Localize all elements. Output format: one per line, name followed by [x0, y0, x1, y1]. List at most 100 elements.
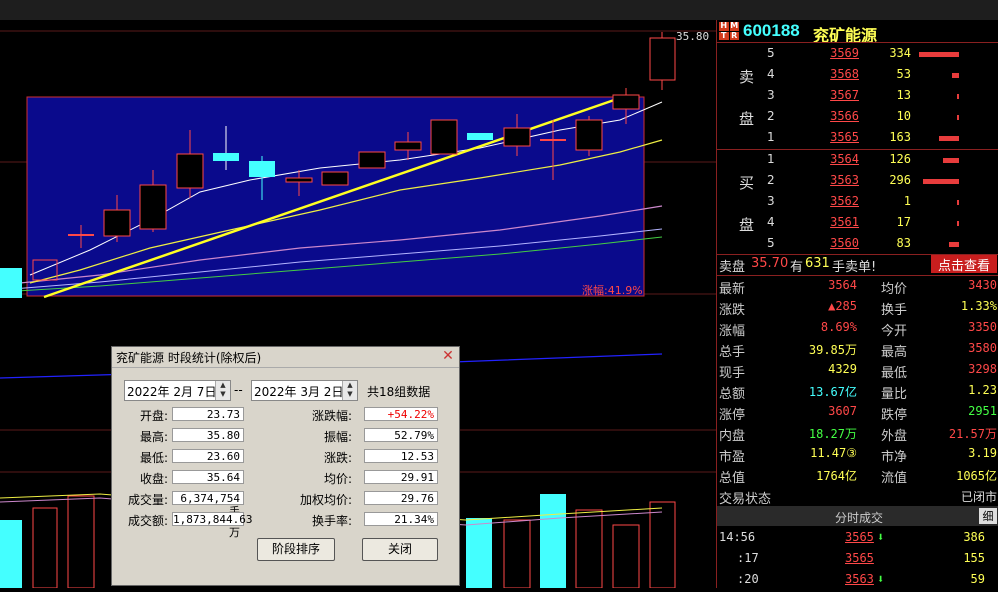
stat-label: 最高	[881, 345, 908, 360]
date-to-spinner[interactable]: ▲ ▼	[342, 381, 357, 400]
field-label: 涨跌幅:	[311, 409, 352, 423]
volume-bar	[575, 509, 603, 589]
data-count: 共18组数据	[367, 385, 431, 399]
stat-label: 最低	[881, 366, 908, 381]
stock-code: 600188	[743, 21, 800, 40]
orderbook-row[interactable]: 5 3560 83	[717, 234, 998, 255]
volume-bar	[32, 507, 58, 589]
level-label: 5	[767, 46, 775, 60]
field-label: 最高:	[139, 430, 168, 444]
stat-value: 3607	[828, 404, 857, 418]
field-label: 涨跌:	[323, 451, 352, 465]
trade-row: :17 3565 155	[717, 548, 998, 568]
stat-row: 总手 39.85万 最高 3580	[717, 339, 998, 360]
stat-value: 3.19	[968, 446, 997, 460]
sort-button[interactable]: 阶段排序	[257, 538, 335, 561]
date-from-input[interactable]: 2022年 2月 7日 ▲ ▼	[124, 380, 231, 401]
field-value: 35.64	[172, 470, 244, 484]
field-value: 35.80	[172, 428, 244, 442]
orderbook-row[interactable]: 4 3568 53	[717, 65, 998, 86]
stat-value: 1.33%	[960, 299, 997, 313]
note-price: 35.70	[751, 256, 789, 271]
stat-label: 今开	[881, 324, 908, 339]
stat-label: 均价	[881, 282, 908, 297]
candle	[139, 184, 167, 230]
stat-value: 8.69%	[820, 320, 857, 334]
hmtr-t: T	[719, 31, 729, 40]
field-value: 23.60	[172, 449, 244, 463]
field-value: 52.79%	[364, 428, 438, 442]
orderbook-row[interactable]: 3 3567 13	[717, 86, 998, 107]
stat-value: 11.47③	[810, 446, 857, 460]
candle	[503, 127, 531, 147]
stat-label: 交易状态	[719, 492, 772, 507]
stat-label: 总额	[719, 387, 746, 402]
volume-value: 83	[896, 236, 911, 250]
candle	[0, 268, 22, 298]
close-icon[interactable]: ✕	[441, 349, 455, 363]
orderbook-row[interactable]: 1 3565 163	[717, 128, 998, 149]
orderbook-row[interactable]: 2 3563 296	[717, 171, 998, 192]
date-from-spinner[interactable]: ▲ ▼	[215, 381, 230, 400]
volume-bar	[0, 520, 22, 588]
stat-label: 换手	[881, 303, 908, 318]
stat-label: 涨幅	[719, 324, 746, 339]
price-value: 3565	[830, 130, 859, 144]
level-label: 1	[767, 130, 775, 144]
candle	[540, 139, 566, 141]
period-stats-dialog: 兖矿能源 时段统计(除权后) ✕ 2022年 2月 7日 ▲ ▼ -- 2022年…	[111, 346, 460, 586]
field-value: 12.53	[364, 449, 438, 463]
hmtr-badge[interactable]: H M T R	[719, 22, 739, 40]
field-label: 成交额:	[127, 514, 168, 528]
volume-bar	[919, 52, 959, 57]
volume-value: 17	[896, 215, 911, 229]
field-value: 1,873,844.63万	[172, 512, 253, 539]
level-label: 4	[767, 67, 775, 81]
date-to-input[interactable]: 2022年 3月 2日 ▲ ▼	[251, 380, 358, 401]
stat-label: 外盘	[881, 429, 908, 444]
volume-value: 296	[889, 173, 911, 187]
note-mid: 有	[790, 260, 804, 275]
date-separator: --	[234, 383, 243, 397]
level-label: 1	[767, 152, 775, 166]
price-label: 35.80	[676, 30, 710, 43]
stat-row: 市盈 11.47③ 市净 3.19	[717, 444, 998, 465]
trade-volume: 59	[970, 572, 985, 586]
level-label: 5	[767, 236, 775, 250]
price-value: 3563	[830, 173, 859, 187]
field-label: 振幅:	[323, 430, 352, 444]
stat-row: 涨停 3607 跌停 2951	[717, 402, 998, 423]
orderbook-row[interactable]: 4 3561 17	[717, 213, 998, 234]
orderbook-row[interactable]: 5 3569 334	[717, 44, 998, 65]
volume-value: 13	[896, 88, 911, 102]
volume-value: 10	[896, 109, 911, 123]
trade-row: 14:56 3565 ⬇ 386	[717, 527, 998, 547]
trade-price: 3563	[845, 572, 874, 586]
stat-label: 流值	[881, 471, 908, 486]
orderbook-row[interactable]: 2 3566 10	[717, 107, 998, 128]
close-button[interactable]: 关闭	[362, 538, 438, 561]
stat-label: 涨停	[719, 408, 746, 423]
trades-title: 分时成交	[835, 511, 884, 525]
stat-label: 总手	[719, 345, 746, 360]
trade-time: :17	[737, 551, 759, 565]
stat-value: 3298	[968, 362, 997, 376]
view-detail-button[interactable]: 点击查看	[931, 255, 997, 274]
level-label: 2	[767, 173, 775, 187]
range-change-label: 涨幅:41.9%	[582, 284, 643, 297]
level-label: 3	[767, 88, 775, 102]
stat-value: 已闭市	[960, 490, 997, 504]
stat-value: 3350	[968, 320, 997, 334]
price-value: 3569	[830, 46, 859, 60]
level-label: 3	[767, 194, 775, 208]
down-arrow-icon: ⬇	[877, 572, 885, 586]
price-value: 3568	[830, 67, 859, 81]
trades-detail-tab[interactable]: 细	[979, 508, 997, 524]
stat-value: 1764亿	[816, 469, 857, 483]
volume-bar	[957, 200, 959, 205]
orderbook-row[interactable]: 3 3562 1	[717, 192, 998, 213]
hmtr-m: M	[729, 21, 739, 31]
dialog-titlebar[interactable]: 兖矿能源 时段统计(除权后) ✕	[112, 347, 459, 368]
trade-price: 3565	[845, 530, 874, 544]
orderbook-row[interactable]: 1 3564 126	[717, 150, 998, 171]
